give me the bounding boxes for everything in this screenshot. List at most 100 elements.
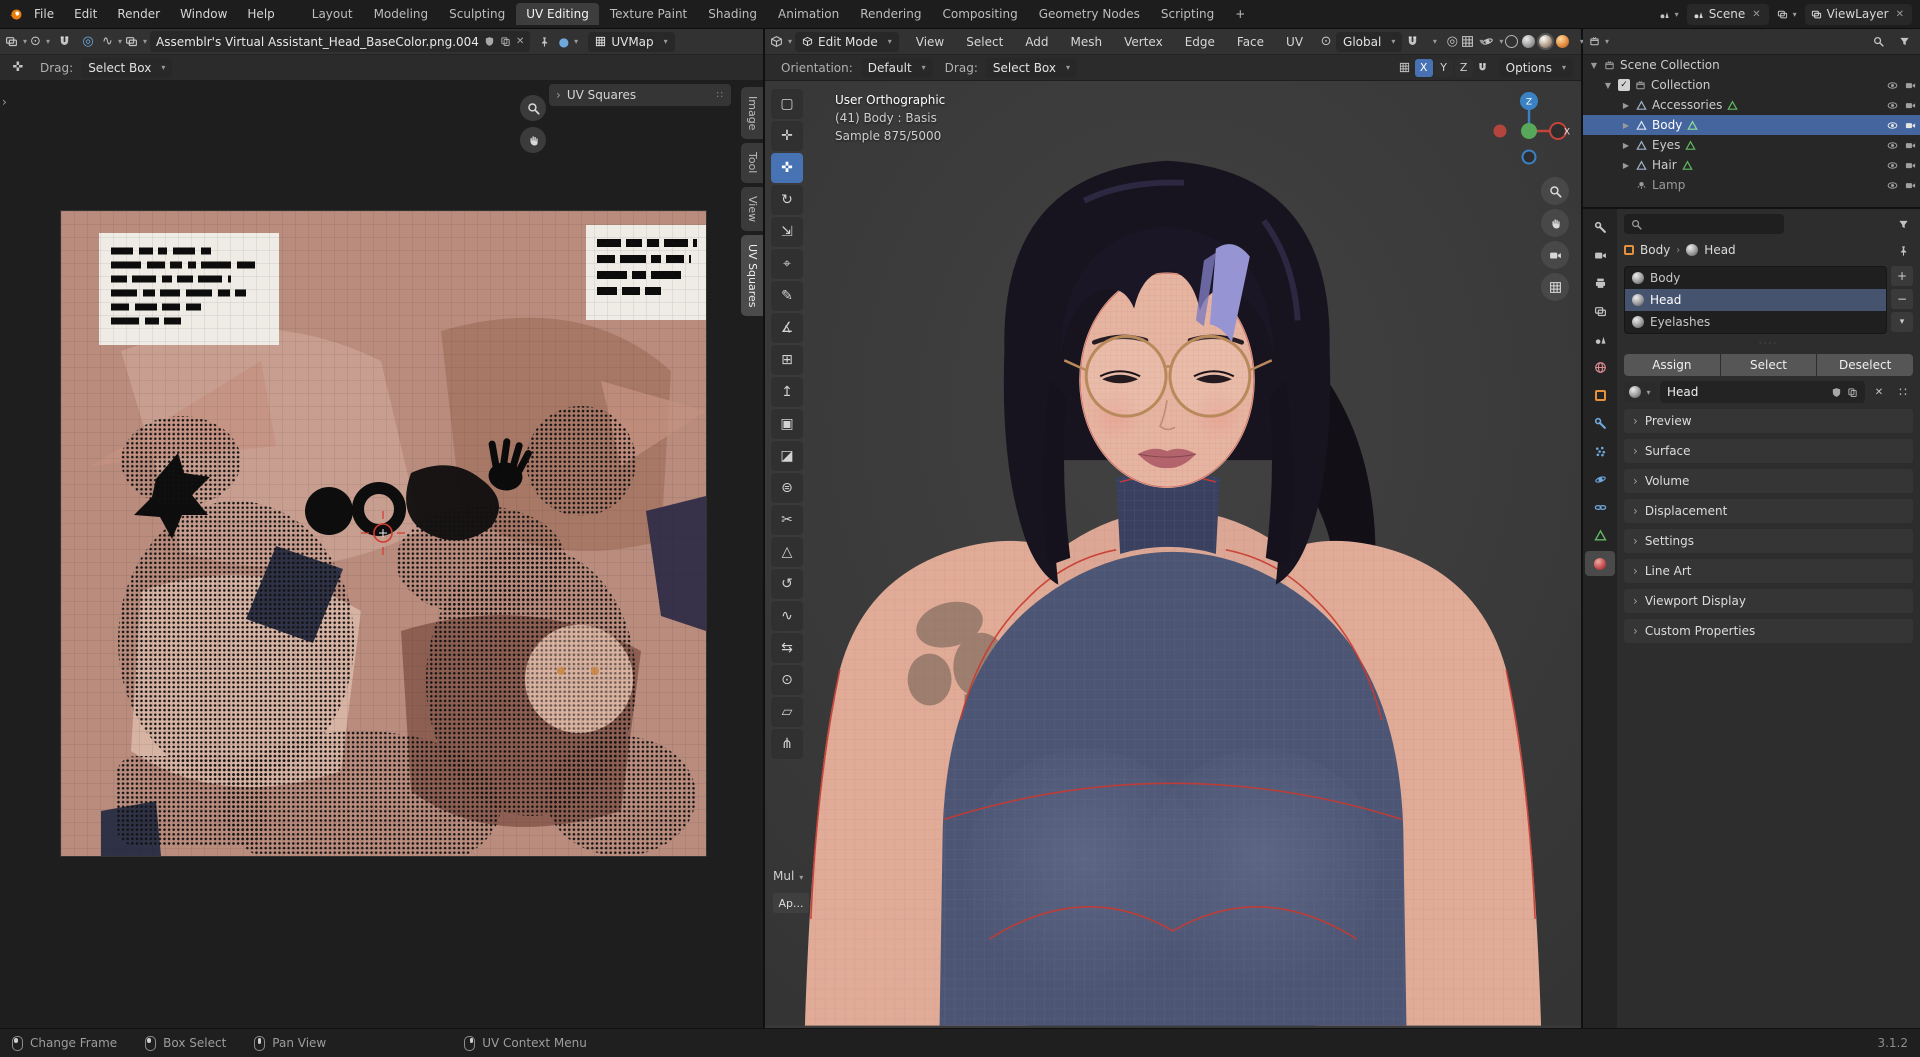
- hide-eye-icon[interactable]: [1887, 160, 1898, 171]
- symmetry-grid-icon[interactable]: [1395, 58, 1415, 78]
- uv-pan-icon[interactable]: [520, 127, 546, 153]
- view-layer-properties-tab[interactable]: [1585, 299, 1615, 324]
- tab-sculpting[interactable]: Sculpting: [439, 3, 515, 25]
- operator-panel-header[interactable]: Mul: [773, 869, 803, 883]
- inset-faces-tool[interactable]: ▣: [771, 409, 803, 439]
- outliner-row-lamp[interactable]: Lamp: [1583, 175, 1920, 195]
- constraint-properties-tab[interactable]: [1585, 495, 1615, 520]
- material-context-menu-icon[interactable]: ∷: [1893, 382, 1913, 402]
- extrude-tool[interactable]: ↥: [771, 377, 803, 407]
- hide-eye-icon[interactable]: [1887, 180, 1898, 191]
- pin-id-icon[interactable]: [1893, 240, 1913, 260]
- render-visibility-icon[interactable]: [1905, 120, 1916, 131]
- scene-browse-dropdown[interactable]: [1659, 4, 1679, 24]
- menu-add[interactable]: Add: [1016, 31, 1057, 53]
- uv-squares-panel-header[interactable]: UV Squares ∷: [549, 84, 731, 106]
- uv-drag-mode-dropdown[interactable]: Select Box: [81, 57, 173, 78]
- tab-scripting[interactable]: Scripting: [1151, 3, 1224, 25]
- slot-specials-dropdown[interactable]: ▾: [1891, 312, 1913, 332]
- scale-tool[interactable]: ⇲: [771, 217, 803, 247]
- menu-edge[interactable]: Edge: [1176, 31, 1224, 53]
- material-name-field[interactable]: Head: [1660, 381, 1865, 403]
- scene-properties-tab[interactable]: [1585, 327, 1615, 352]
- uv-toolbar-expand-icon[interactable]: ›: [2, 95, 7, 109]
- render-visibility-icon[interactable]: [1905, 160, 1916, 171]
- smooth-tool[interactable]: ∿: [771, 601, 803, 631]
- scene-unlink-icon[interactable]: ✕: [1750, 9, 1762, 20]
- menu-edit[interactable]: Edit: [65, 3, 106, 25]
- hide-eye-icon[interactable]: [1887, 80, 1898, 91]
- bevel-tool[interactable]: ◪: [771, 441, 803, 471]
- proportional-edit-icon[interactable]: ◎: [1442, 32, 1462, 52]
- image-display-dropdown[interactable]: ●: [558, 32, 578, 52]
- uv-editor-type-dropdown[interactable]: [6, 32, 26, 52]
- object-data-properties-tab[interactable]: [1585, 523, 1615, 548]
- uv-pivot-dropdown[interactable]: ⊙: [30, 32, 50, 52]
- outliner-search-icon[interactable]: [1868, 32, 1888, 52]
- render-visibility-icon[interactable]: [1905, 100, 1916, 111]
- annotate-tool[interactable]: ✎: [771, 281, 803, 311]
- viewport-editor-type-dropdown[interactable]: [771, 32, 791, 52]
- loop-cut-tool[interactable]: ⊜: [771, 473, 803, 503]
- breadcrumb-object[interactable]: Body: [1640, 243, 1670, 257]
- section-settings[interactable]: Settings: [1624, 529, 1913, 553]
- slot-body[interactable]: Body: [1625, 267, 1886, 289]
- transform-tool[interactable]: ⌖: [771, 249, 803, 279]
- menu-mesh[interactable]: Mesh: [1062, 31, 1112, 53]
- viewport-ortho-toggle-icon[interactable]: [1541, 273, 1569, 301]
- world-properties-tab[interactable]: [1585, 355, 1615, 380]
- snap-toggle-icon[interactable]: [1473, 58, 1493, 78]
- uv-falloff-dropdown[interactable]: ∿: [102, 32, 122, 52]
- select-box-tool[interactable]: ▢: [771, 89, 803, 119]
- tab-geometry-nodes[interactable]: Geometry Nodes: [1029, 3, 1150, 25]
- pin-icon[interactable]: [534, 32, 554, 52]
- section-custom-properties[interactable]: Custom Properties: [1624, 619, 1913, 643]
- menu-vertex[interactable]: Vertex: [1115, 31, 1172, 53]
- duplicate-material-icon[interactable]: [1847, 387, 1858, 398]
- uv-map-selector[interactable]: UVMap: [588, 31, 675, 52]
- unlink-material-icon[interactable]: ✕: [1869, 382, 1889, 402]
- menu-view[interactable]: View: [907, 31, 953, 53]
- image-browse-dropdown[interactable]: [126, 32, 146, 52]
- material-preview-icon[interactable]: [1537, 33, 1555, 50]
- properties-search[interactable]: [1624, 214, 1784, 234]
- sidebar-tab-uv-squares[interactable]: UV Squares: [741, 234, 763, 317]
- tab-modeling[interactable]: Modeling: [364, 3, 439, 25]
- render-properties-tab[interactable]: [1585, 243, 1615, 268]
- section-surface[interactable]: Surface: [1624, 439, 1913, 463]
- hide-eye-icon[interactable]: [1887, 120, 1898, 131]
- tab-texture-paint[interactable]: Texture Paint: [600, 3, 697, 25]
- deselect-button[interactable]: Deselect: [1817, 354, 1914, 376]
- particle-properties-tab[interactable]: [1585, 439, 1615, 464]
- breadcrumb-data[interactable]: Head: [1704, 243, 1735, 257]
- outliner-row-scene-collection[interactable]: ▼ Scene Collection: [1583, 55, 1920, 75]
- shear-tool[interactable]: ▱: [771, 697, 803, 727]
- viewport-pan-icon[interactable]: [1541, 209, 1569, 237]
- snap-settings-dropdown[interactable]: [1422, 32, 1442, 52]
- add-workspace-button[interactable]: +: [1225, 3, 1255, 25]
- object-properties-tab[interactable]: [1585, 383, 1615, 408]
- knife-tool[interactable]: ✂: [771, 505, 803, 535]
- sidebar-tab-view[interactable]: View: [741, 186, 763, 231]
- mode-dropdown[interactable]: Edit Mode: [795, 31, 899, 52]
- cursor-tool[interactable]: ✛: [771, 121, 803, 151]
- blender-logo-icon[interactable]: [8, 7, 23, 22]
- rip-region-tool[interactable]: ⋔: [771, 729, 803, 759]
- tab-uv-editing[interactable]: UV Editing: [516, 3, 599, 25]
- menu-window[interactable]: Window: [171, 3, 236, 25]
- viewport-canvas[interactable]: User Orthographic (41) Body : Basis Samp…: [765, 81, 1581, 1028]
- section-line-art[interactable]: Line Art: [1624, 559, 1913, 583]
- tab-shading[interactable]: Shading: [698, 3, 767, 25]
- spin-tool[interactable]: ↺: [771, 569, 803, 599]
- mirror-y-button[interactable]: Y: [1434, 58, 1453, 77]
- hide-eye-icon[interactable]: [1887, 140, 1898, 151]
- slot-eyelashes[interactable]: Eyelashes: [1625, 311, 1886, 333]
- hide-eye-icon[interactable]: [1887, 100, 1898, 111]
- tab-layout[interactable]: Layout: [302, 3, 363, 25]
- measure-tool[interactable]: ∡: [771, 313, 803, 343]
- panel-grip-icon[interactable]: ∷: [717, 90, 724, 101]
- uv-canvas[interactable]: › › UV Squares ∷ Image Tool View UV Squa…: [0, 81, 763, 1028]
- mirror-x-button[interactable]: X: [1414, 58, 1433, 77]
- uv-zoom-icon[interactable]: [520, 95, 546, 121]
- material-properties-tab[interactable]: [1585, 551, 1615, 576]
